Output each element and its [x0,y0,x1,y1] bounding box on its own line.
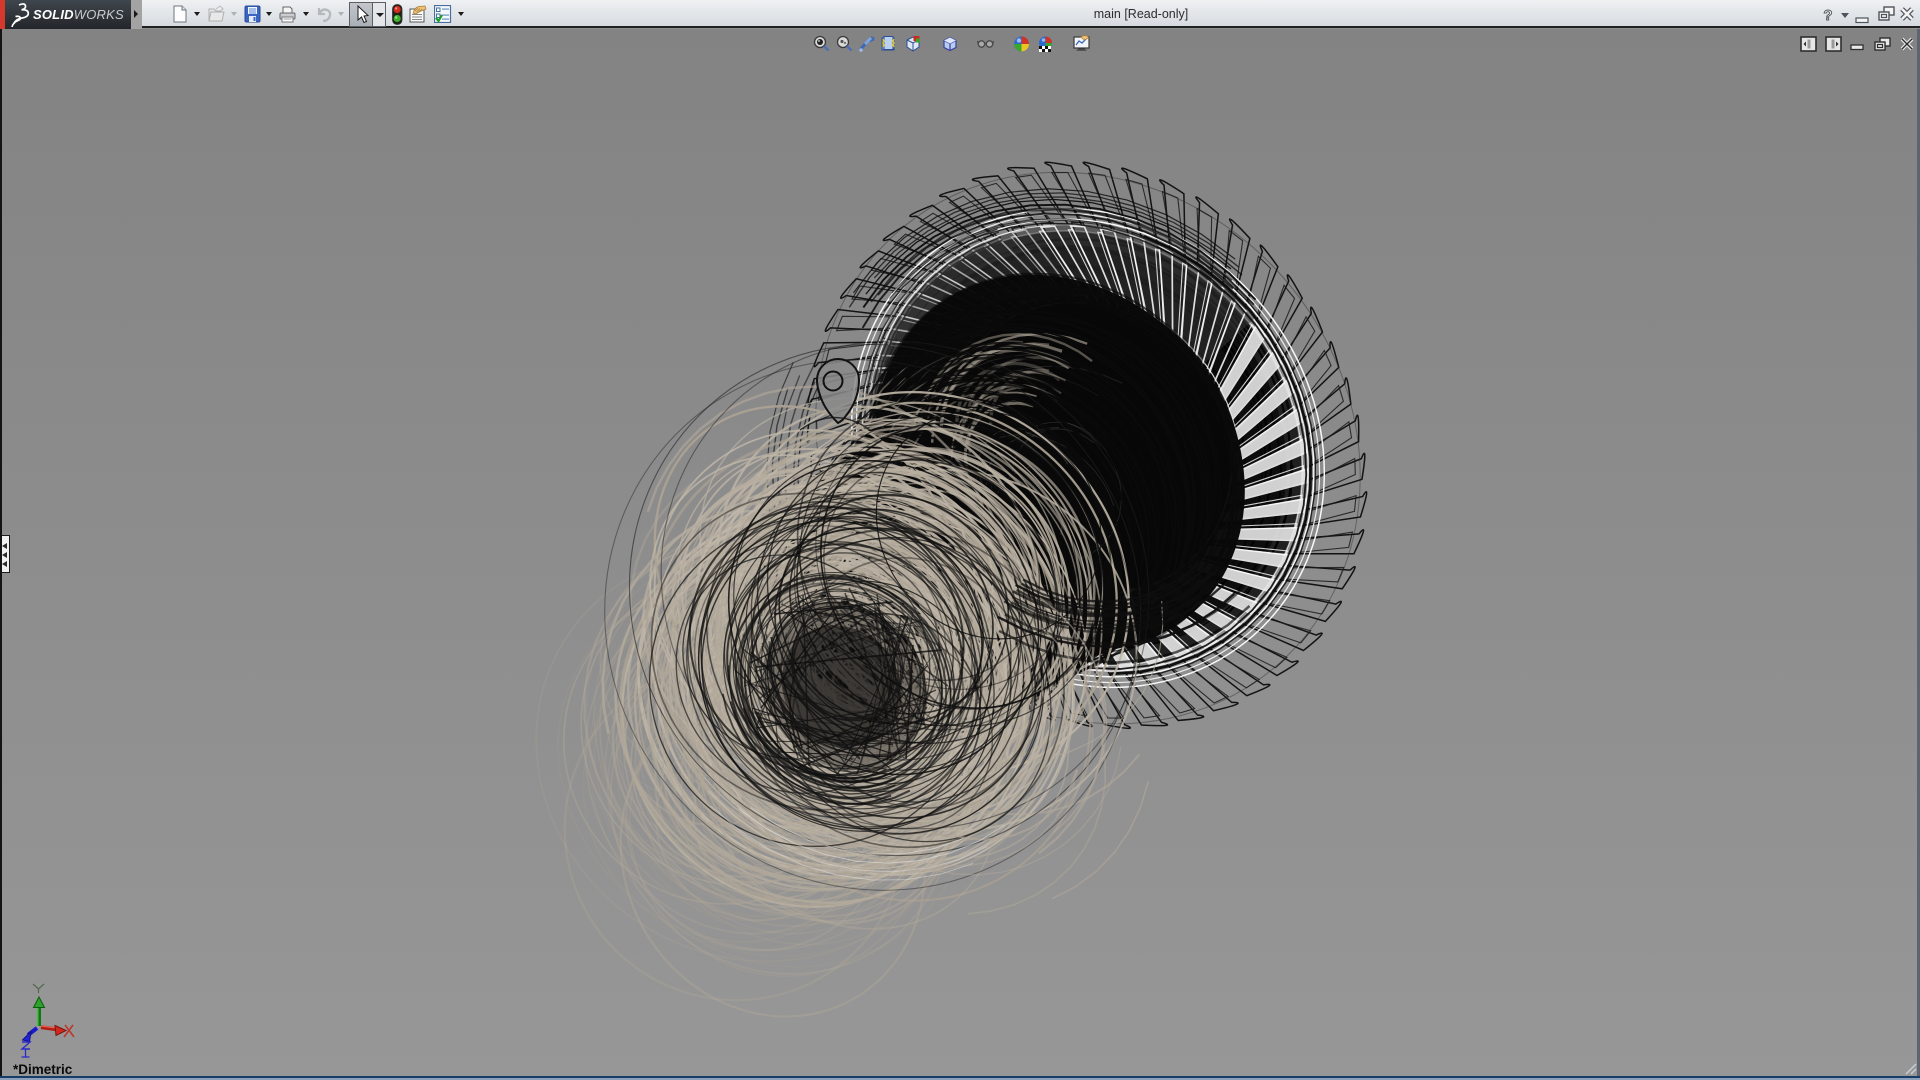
svg-text:?: ? [1823,7,1832,24]
